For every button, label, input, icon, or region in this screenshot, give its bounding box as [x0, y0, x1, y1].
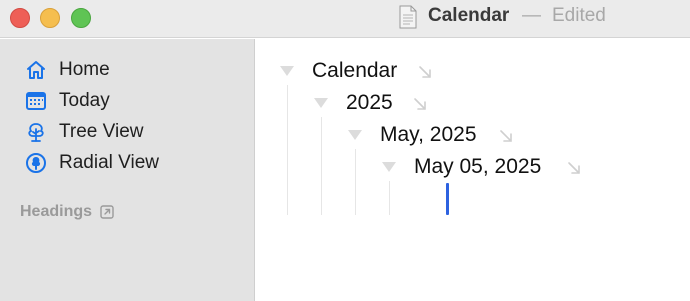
zoom-into-arrow-icon[interactable] — [412, 96, 428, 112]
tree-icon — [24, 120, 48, 144]
house-icon — [24, 58, 48, 82]
disclosure-triangle-icon[interactable] — [280, 66, 294, 76]
disclosure-triangle-icon[interactable] — [382, 162, 396, 172]
zoom-into-arrow-icon[interactable] — [498, 128, 514, 144]
calendar-grid-icon — [24, 89, 48, 113]
sidebar: Home Today Tree View Radial View Heading… — [0, 39, 255, 301]
window-title: Calendar — [428, 5, 510, 26]
outline-node-label[interactable]: May, 2025 — [380, 123, 477, 147]
outline-node-label[interactable]: Calendar — [312, 59, 397, 83]
disclosure-triangle-icon[interactable] — [314, 98, 328, 108]
outline-node-label[interactable]: 2025 — [346, 91, 393, 115]
text-insertion-caret[interactable] — [446, 183, 449, 215]
outline-node-month[interactable]: May, 2025 — [348, 122, 477, 148]
zoom-window-button[interactable] — [71, 8, 91, 28]
radial-tree-icon — [24, 151, 48, 175]
outline-guide-line — [287, 85, 288, 215]
sidebar-item-radial-view[interactable]: Radial View — [24, 151, 159, 175]
title-separator: — — [522, 5, 541, 26]
sidebar-item-home[interactable]: Home — [24, 58, 110, 82]
open-external-icon[interactable] — [100, 205, 114, 219]
outline-node-year[interactable]: 2025 — [314, 90, 393, 116]
outline-node-day[interactable]: May 05, 2025 — [382, 154, 541, 180]
minimize-window-button[interactable] — [40, 8, 60, 28]
sidebar-item-label: Radial View — [59, 152, 159, 173]
sidebar-item-today[interactable]: Today — [24, 89, 110, 113]
zoom-into-arrow-icon[interactable] — [566, 160, 582, 176]
outline-guide-line — [321, 117, 322, 215]
sidebar-item-label: Today — [59, 90, 110, 111]
sidebar-item-tree-view[interactable]: Tree View — [24, 120, 143, 144]
outline-editor[interactable]: Calendar 2025 May, 2025 May 05, 2025 — [256, 39, 690, 301]
sidebar-item-label: Tree View — [59, 121, 144, 142]
zoom-into-arrow-icon[interactable] — [417, 64, 433, 80]
headings-label: Headings — [20, 203, 93, 220]
headings-section-header[interactable]: Headings — [20, 203, 114, 221]
sidebar-item-label: Home — [59, 59, 110, 80]
outline-node-label[interactable]: May 05, 2025 — [414, 155, 541, 179]
title-bar: Calendar — Edited — [0, 0, 690, 38]
outline-guide-line — [389, 181, 390, 215]
outline-node-calendar[interactable]: Calendar — [280, 58, 397, 84]
disclosure-triangle-icon[interactable] — [348, 130, 362, 140]
outline-guide-line — [355, 149, 356, 215]
document-icon — [399, 5, 417, 29]
close-window-button[interactable] — [10, 8, 30, 28]
edited-status: Edited — [552, 5, 606, 26]
